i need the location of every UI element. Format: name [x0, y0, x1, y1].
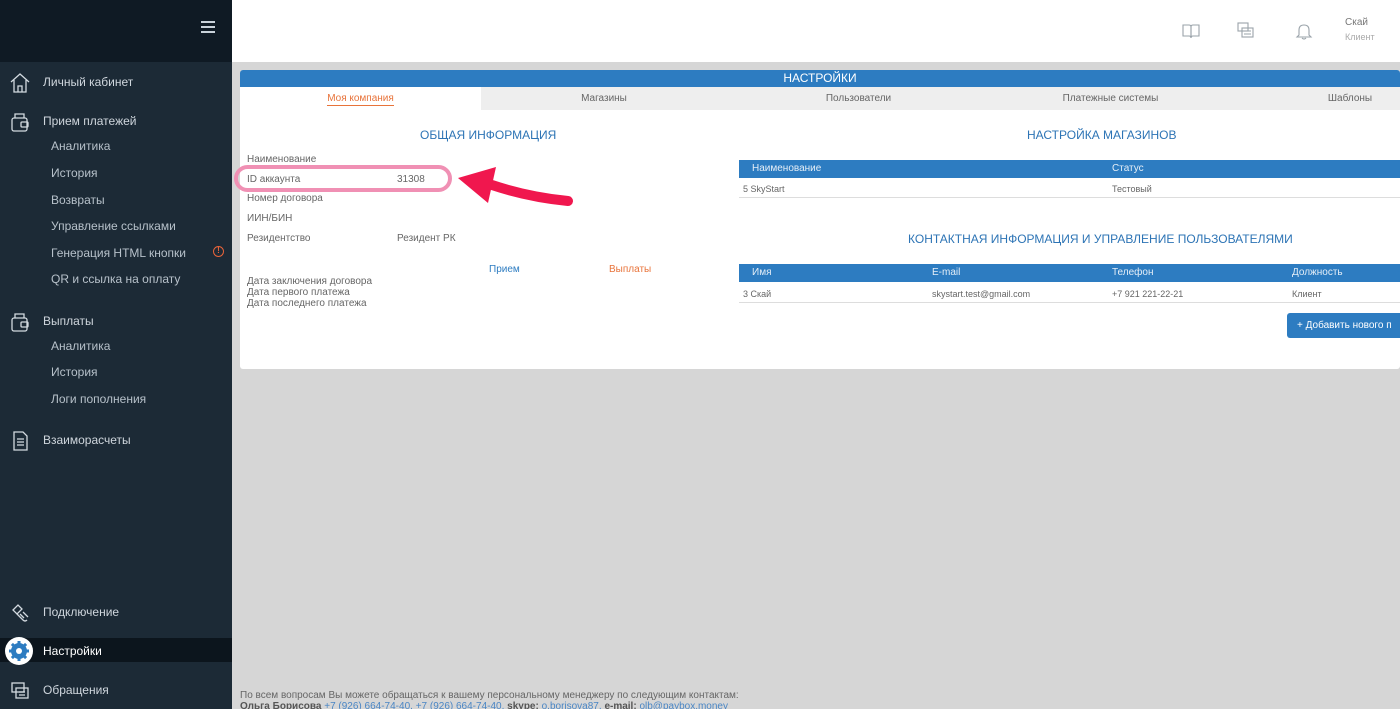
col-status: Статус	[1112, 163, 1144, 174]
sidebar-top	[0, 0, 232, 62]
phone-link[interactable]: +7 (926) 664-74-40,	[324, 701, 413, 709]
wallet-icon	[11, 113, 29, 132]
residency-value: Резидент РК	[397, 233, 456, 244]
settings-title: НАСТРОЙКИ	[240, 70, 1400, 87]
bell-icon[interactable]	[1295, 22, 1313, 40]
subitem-history[interactable]: История	[51, 166, 98, 180]
settings-card: НАСТРОЙКИ Моя компания Магазины Пользова…	[240, 70, 1400, 369]
sidebar: Личный кабинет Прием платежей Аналитика …	[0, 0, 232, 709]
footer-manager-contacts: Ольга Борисова +7 (926) 664-74-40, +7 (9…	[240, 701, 728, 709]
plug-icon	[12, 604, 29, 622]
contact-name: 3 Скай	[743, 289, 772, 299]
sidebar-item-label: Взаиморасчеты	[43, 433, 131, 447]
contacts-title: КОНТАКТНАЯ ИНФОРМАЦИЯ И УПРАВЛЕНИЕ ПОЛЬЗ…	[908, 232, 1293, 246]
info-label-name: Наименование	[247, 154, 317, 165]
active-item-background	[0, 638, 232, 662]
user-name[interactable]: Скай	[1345, 17, 1368, 28]
col-payout: Выплаты	[609, 264, 652, 275]
sidebar-item-label: Настройки	[43, 644, 102, 658]
tab-templates[interactable]: Шаблоны	[1300, 87, 1400, 110]
add-user-button[interactable]: + Добавить нового п	[1287, 313, 1400, 338]
date-first-payment: Дата первого платежа	[247, 287, 350, 298]
home-icon	[10, 73, 30, 93]
user-role: Клиент	[1345, 32, 1375, 42]
wallet-icon	[11, 313, 29, 332]
subitem-link-management[interactable]: Управление ссылками	[51, 219, 176, 233]
book-icon[interactable]	[1182, 22, 1200, 40]
sidebar-item-label: Подключение	[43, 605, 120, 619]
sidebar-item-label: Выплаты	[43, 314, 94, 328]
subitem-refunds[interactable]: Возвраты	[51, 193, 105, 207]
subitem-analytics[interactable]: Аналитика	[51, 139, 110, 153]
subitem-html-button[interactable]: Генерация HTML кнопки	[51, 246, 186, 260]
annotation-arrow-icon	[458, 167, 573, 206]
subitem-qr-link[interactable]: QR и ссылка на оплату	[51, 272, 180, 286]
top-header	[232, 0, 1400, 62]
date-last-payment: Дата последнего платежа	[247, 298, 367, 309]
info-label-contract: Номер договора	[247, 193, 323, 204]
gear-icon	[9, 641, 29, 661]
email-link[interactable]: olb@paybox.money	[639, 701, 728, 709]
settings-tabs: Моя компания Магазины Пользователи Плате…	[240, 87, 1400, 110]
annotation-highlight	[234, 165, 452, 192]
col-position: Должность	[1292, 267, 1343, 278]
date-contract: Дата заключения договора	[247, 276, 373, 287]
tab-payment-systems[interactable]: Платежные системы	[990, 87, 1231, 110]
email-label: e-mail:	[604, 701, 637, 709]
document-icon	[13, 431, 28, 451]
col-name: Наименование	[752, 163, 822, 174]
contact-email: skystart.test@gmail.com	[932, 289, 1031, 299]
contacts-table-header: Имя E-mail Телефон Должность	[739, 264, 1400, 282]
col-name: Имя	[752, 267, 772, 278]
tab-my-company[interactable]: Моя компания	[240, 87, 481, 110]
table-row[interactable]: 3 Скай skystart.test@gmail.com +7 921 22…	[739, 285, 1400, 303]
sidebar-item-label: Обращения	[43, 683, 109, 697]
skype-label: skype:	[507, 701, 539, 709]
contact-position: Клиент	[1292, 289, 1322, 299]
contact-phone: +7 921 221-22-21	[1112, 289, 1184, 299]
hamburger-icon[interactable]	[201, 21, 215, 33]
col-phone: Телефон	[1112, 267, 1154, 278]
subitem-history[interactable]: История	[51, 365, 98, 379]
tab-stores[interactable]: Магазины	[481, 87, 727, 110]
sidebar-item-label: Личный кабинет	[43, 75, 134, 89]
phone-link[interactable]: +7 (926) 664-74-40,	[416, 701, 505, 709]
footer-contacts-text: По всем вопросам Вы можете обращаться к …	[240, 690, 739, 701]
stores-title: НАСТРОЙКА МАГАЗИНОВ	[1027, 128, 1177, 142]
warning-icon: !	[213, 246, 224, 257]
col-receive: Прием	[489, 264, 520, 275]
manager-name: Ольга Борисова	[240, 701, 322, 709]
stores-table-header: Наименование Статус	[739, 160, 1400, 178]
chat-icon	[11, 682, 29, 699]
tab-users[interactable]: Пользователи	[727, 87, 990, 110]
col-email: E-mail	[932, 267, 961, 278]
sidebar-item-label: Прием платежей	[43, 114, 137, 128]
general-info-title: ОБЩАЯ ИНФОРМАЦИЯ	[420, 128, 557, 142]
subitem-analytics[interactable]: Аналитика	[51, 339, 110, 353]
subitem-topup-logs[interactable]: Логи пополнения	[51, 392, 146, 406]
table-row[interactable]: 5 SkyStart Тестовый	[739, 180, 1400, 198]
store-status: Тестовый	[1112, 184, 1152, 194]
info-label-iin: ИИН/БИН	[247, 213, 293, 224]
store-name: 5 SkyStart	[743, 184, 785, 194]
info-label-residency: Резидентство	[247, 233, 311, 244]
skype-link[interactable]: o.borisova87,	[542, 701, 602, 709]
chat-icon[interactable]	[1237, 22, 1255, 40]
